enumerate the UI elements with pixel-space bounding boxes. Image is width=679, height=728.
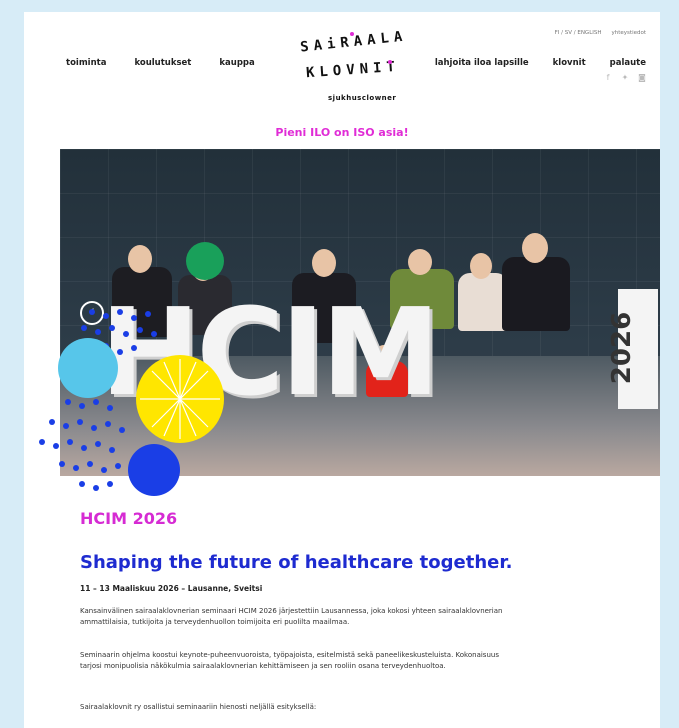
decor-cyan-circle <box>58 338 118 398</box>
contact-link[interactable]: yhteystiedot <box>612 30 646 36</box>
nav-item-palaute[interactable]: palaute <box>610 58 646 68</box>
facebook-icon[interactable]: f <box>604 74 612 82</box>
hero-banner-year: 2026 <box>607 311 638 385</box>
nav-item-kauppa[interactable]: kauppa <box>219 58 254 68</box>
nav-item-klovnit[interactable]: klovnit <box>553 58 586 68</box>
logo-dot <box>388 60 392 64</box>
language-switcher[interactable]: FI / SV / ENGLISH <box>555 30 602 36</box>
main-nav-right: lahjoita iloa lapsille klovnit palaute <box>435 58 646 68</box>
page: FI / SV / ENGLISH yhteystiedot toiminta … <box>24 12 660 728</box>
top-links: FI / SV / ENGLISH yhteystiedot <box>555 30 646 36</box>
event-paragraph: Sairaalaklovnit ry osallistui seminaarii… <box>80 703 317 711</box>
person-head <box>522 233 548 263</box>
person-head <box>470 253 492 279</box>
main-nav-left: toiminta koulutukset kauppa <box>66 58 255 68</box>
decor-green-circle <box>186 242 224 280</box>
logo-line-2: KLOVNIT <box>305 58 401 82</box>
nav-item-lahjoita[interactable]: lahjoita iloa lapsille <box>435 58 529 68</box>
social-links: f ✦ ◙ <box>604 74 646 82</box>
event-paragraph: Seminaarin ohjelma koostui keynote-puhee… <box>80 651 499 670</box>
twitter-icon[interactable]: ✦ <box>621 74 629 82</box>
event-title: Shaping the future of healthcare togethe… <box>80 552 513 573</box>
event-paragraph: Kansainvälinen sairaalaklovnerian semina… <box>80 607 503 626</box>
logo-subtitle: sjukhusclowner <box>328 94 397 102</box>
decor-yellow-circle <box>136 355 224 443</box>
person-head <box>408 249 432 275</box>
tagline: Pieni ILO on ISO asia! <box>275 126 409 139</box>
nav-item-koulutukset[interactable]: koulutukset <box>134 58 191 68</box>
person-head <box>312 249 336 277</box>
event-heading: HCIM 2026 <box>80 509 178 528</box>
hero-banner-year-block: 2026 <box>607 289 658 409</box>
person-head <box>128 245 152 273</box>
event-meta: 11 – 13 Maaliskuu 2026 – Lausanne, Sveit… <box>80 584 263 593</box>
instagram-icon[interactable]: ◙ <box>638 74 646 82</box>
decor-blue-circle <box>128 444 180 496</box>
decor-yellow-rays <box>140 359 220 439</box>
logo-dot <box>350 32 354 36</box>
site-logo[interactable]: SAiRAALA KLOVNIT sjukhusclowner <box>292 20 422 110</box>
person <box>458 273 508 331</box>
nav-item-toiminta[interactable]: toiminta <box>66 58 106 68</box>
person <box>502 257 570 331</box>
